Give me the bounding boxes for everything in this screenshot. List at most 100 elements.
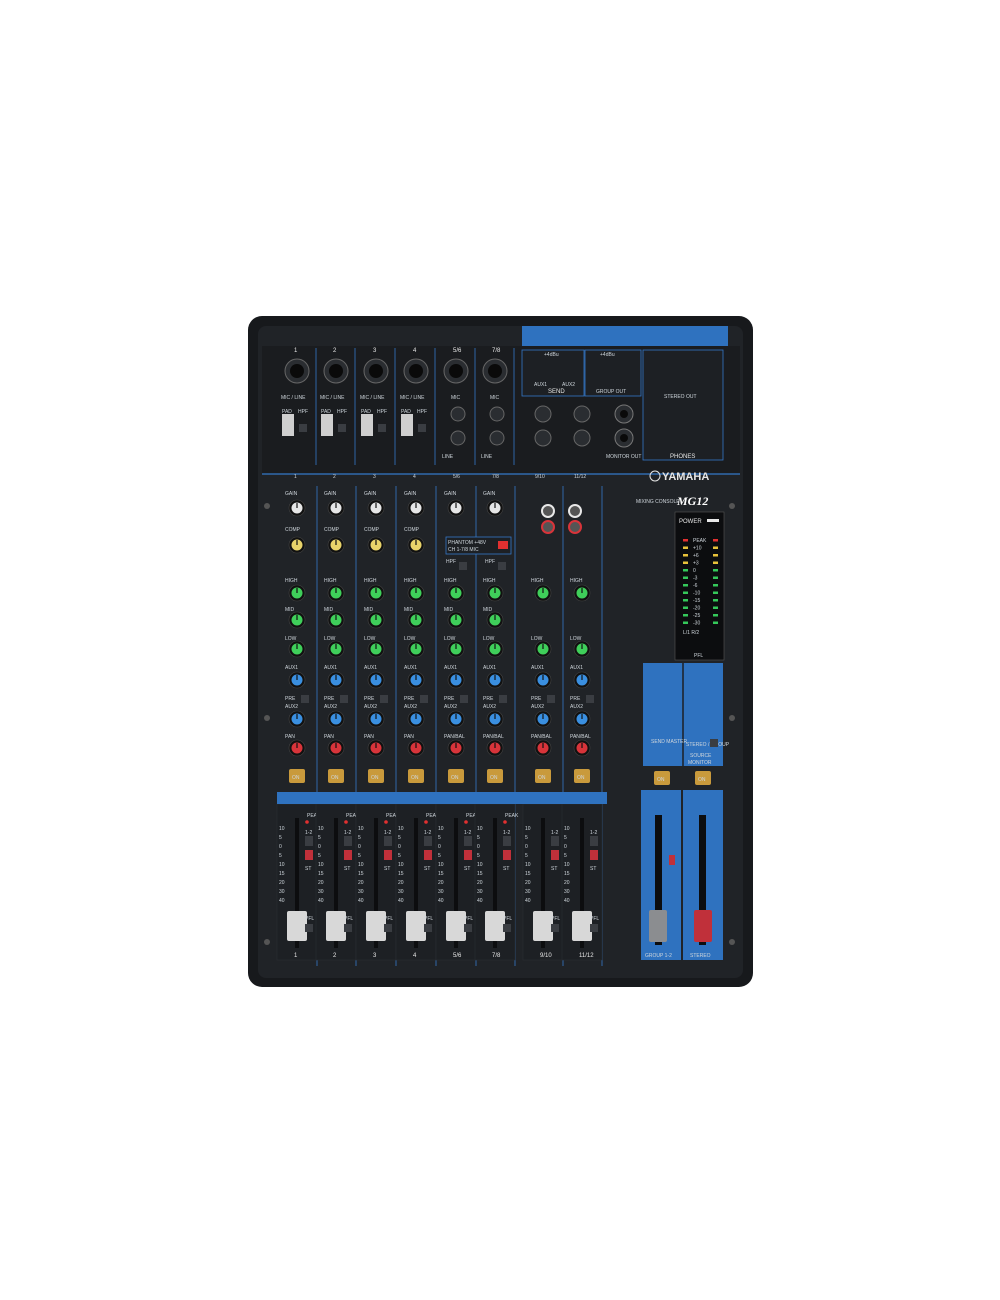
group-fader-knob[interactable] (649, 910, 667, 942)
channel-fader-knob[interactable] (485, 911, 505, 941)
group-assign-label: 1-2 (424, 830, 431, 836)
fader-scale-label: 40 (279, 898, 285, 904)
fader-scale-label: 5 (477, 853, 480, 859)
pfl-button[interactable] (551, 924, 559, 932)
pfl-button[interactable] (590, 924, 598, 932)
stereo-on-label: ON (698, 777, 706, 783)
group-switch[interactable] (344, 836, 352, 846)
stereo-fader-knob[interactable] (694, 910, 712, 942)
group-st-switch[interactable] (669, 855, 675, 865)
line-jack-r[interactable] (573, 429, 591, 447)
fader-scale-label: 40 (398, 898, 404, 904)
st-switch[interactable] (424, 850, 432, 860)
line-label: LINE (442, 454, 454, 460)
rca-jack[interactable] (541, 520, 555, 534)
line-jack-r[interactable] (450, 430, 466, 446)
fader-scale-label: 10 (564, 826, 570, 832)
st-switch[interactable] (384, 850, 392, 860)
st-switch[interactable] (464, 850, 472, 860)
line-jack-r[interactable] (534, 429, 552, 447)
pre-switch[interactable] (301, 695, 309, 703)
group-switch[interactable] (590, 836, 598, 846)
group-switch[interactable] (384, 836, 392, 846)
pfl-label: PFL (305, 916, 314, 922)
pfl-button[interactable] (305, 924, 313, 932)
hpf-mic-switch[interactable] (498, 562, 506, 570)
pfl-button[interactable] (384, 924, 392, 932)
line-jack-l[interactable] (450, 406, 466, 422)
st-switch[interactable] (503, 850, 511, 860)
fader-scale-label: 20 (318, 880, 324, 886)
hpf-switch[interactable] (378, 424, 386, 432)
meter-scale-label: -6 (693, 583, 698, 589)
group-switch[interactable] (305, 836, 313, 846)
st-switch[interactable] (305, 850, 313, 860)
gain-label: GAIN (324, 491, 337, 497)
channel-fader-knob[interactable] (366, 911, 386, 941)
st-switch[interactable] (590, 850, 598, 860)
xlr-socket (290, 364, 304, 378)
line-jack-l[interactable] (534, 405, 552, 423)
line-jack-r[interactable] (489, 430, 505, 446)
fader-scale-label: 5 (398, 835, 401, 841)
phantom-switch[interactable] (498, 541, 508, 549)
pre-switch[interactable] (340, 695, 348, 703)
line-jack-l[interactable] (573, 405, 591, 423)
pre-switch[interactable] (460, 695, 468, 703)
rca-jack[interactable] (568, 520, 582, 534)
fader-scale-label: 10 (564, 862, 570, 868)
st-switch[interactable] (344, 850, 352, 860)
pre-switch[interactable] (380, 695, 388, 703)
peak-led (464, 820, 468, 824)
on-label: ON (577, 775, 585, 781)
hpf-switch[interactable] (338, 424, 346, 432)
channel-fader-knob[interactable] (326, 911, 346, 941)
model-caption: MIXING CONSOLE (636, 499, 680, 505)
meter-led-l (683, 584, 688, 587)
high-label: HIGH (570, 578, 583, 584)
pre-switch[interactable] (499, 695, 507, 703)
pfl-button[interactable] (464, 924, 472, 932)
channel-fader-knob[interactable] (572, 911, 592, 941)
st-label: ST (464, 866, 470, 872)
fader-scale-label: 30 (358, 889, 364, 895)
fader-scale-label: 5 (525, 835, 528, 841)
group-switch[interactable] (551, 836, 559, 846)
pfl-button[interactable] (344, 924, 352, 932)
screw (264, 939, 270, 945)
channel-fader-knob[interactable] (533, 911, 553, 941)
pre-switch[interactable] (547, 695, 555, 703)
pre-label: PRE (404, 696, 415, 702)
channel-fader-knob[interactable] (446, 911, 466, 941)
hpf-switch[interactable] (299, 424, 307, 432)
pfl-button[interactable] (424, 924, 432, 932)
pre-switch[interactable] (586, 695, 594, 703)
fader-scale-label: 30 (477, 889, 483, 895)
pad-switch[interactable] (282, 414, 294, 436)
channel-fader-knob[interactable] (406, 911, 426, 941)
group-switch[interactable] (424, 836, 432, 846)
pfl-button[interactable] (503, 924, 511, 932)
rca-jack[interactable] (541, 504, 555, 518)
group-switch[interactable] (464, 836, 472, 846)
source-switch[interactable] (710, 739, 718, 747)
fader-scale-label: 0 (279, 844, 282, 850)
rca-jack[interactable] (568, 504, 582, 518)
hpf-switch[interactable] (418, 424, 426, 432)
pre-switch[interactable] (420, 695, 428, 703)
pre-label: PRE (285, 696, 296, 702)
stereo-out-label: STEREO OUT (664, 394, 697, 400)
pad-switch[interactable] (361, 414, 373, 436)
line-jack-l[interactable] (489, 406, 505, 422)
fader-scale-label: 5 (279, 853, 282, 859)
pre-label: PRE (364, 696, 375, 702)
pad-switch[interactable] (401, 414, 413, 436)
monitor-out-label: MONITOR OUT (606, 454, 641, 460)
pad-switch[interactable] (321, 414, 333, 436)
source-label: SOURCE (690, 753, 712, 759)
st-switch[interactable] (551, 850, 559, 860)
channel-fader-knob[interactable] (287, 911, 307, 941)
group-switch[interactable] (503, 836, 511, 846)
hpf-mic-switch[interactable] (459, 562, 467, 570)
gain-label: GAIN (483, 491, 496, 497)
